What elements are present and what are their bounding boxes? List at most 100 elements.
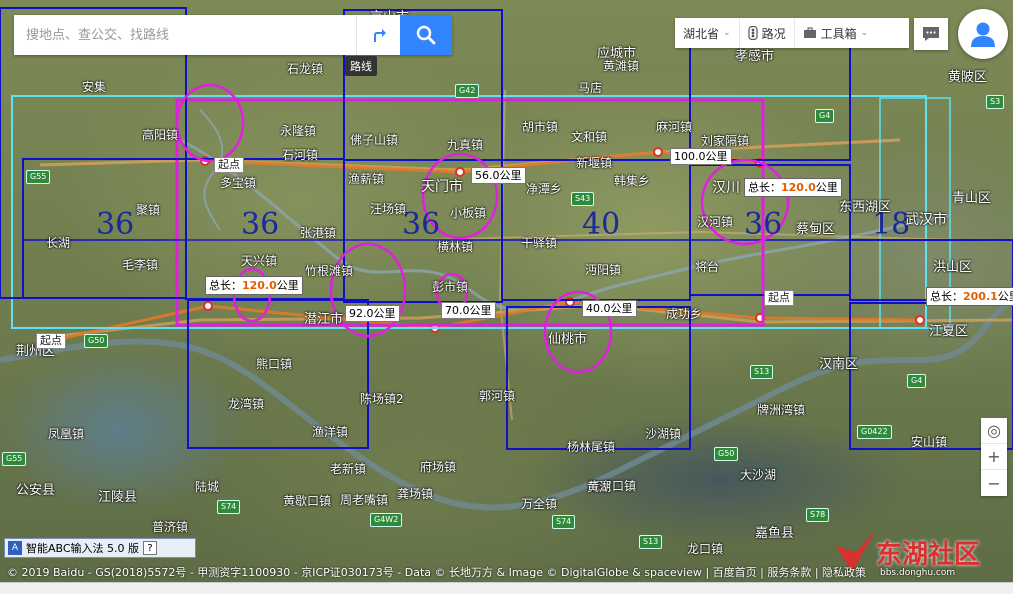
link-privacy[interactable]: 隐私政策 [822,566,866,579]
total-unit: 公里 [997,290,1013,303]
ime-status-bar[interactable]: A 智能ABC输入法 5.0 版 ? [4,538,196,558]
map-overlay-layer [0,7,1013,511]
place-label[interactable]: 仙桃市 [548,328,587,347]
message-button[interactable] [914,18,948,50]
start-point-label: 起点 [36,333,66,349]
place-label[interactable]: 陈场镇2 [360,390,404,407]
top-toolbar: 湖北省 ⌄ 路况 工具箱 ⌄ [675,18,909,48]
place-label[interactable]: 石龙镇 [287,60,323,77]
place-label[interactable]: 渔薪镇 [348,170,384,187]
place-label[interactable]: 干驿镇 [521,234,557,251]
place-label[interactable]: 凤凰镇 [48,425,84,442]
place-label[interactable]: 麻河镇 [656,118,692,135]
place-label[interactable]: 普济镇 [152,518,188,535]
road-badge: G4W2 [370,513,403,527]
place-label[interactable]: 永隆镇 [280,122,316,139]
zoom-in-button[interactable]: + [981,444,1007,470]
place-label[interactable]: 刘家隔镇 [701,132,749,149]
place-label[interactable]: 张港镇 [300,224,336,241]
road-badge: S13 [639,535,663,549]
place-label[interactable]: 牌洲湾镇 [757,401,805,418]
place-label[interactable]: 汪场镇 [370,200,406,217]
place-label[interactable]: 佛子山镇 [350,131,398,148]
locate-button[interactable]: ◎ [981,418,1007,444]
place-label[interactable]: 江夏区 [929,320,968,339]
place-label[interactable]: 龙口镇 [687,540,723,557]
toolbox-button[interactable]: 工具箱 ⌄ [795,18,877,48]
place-label[interactable]: 公安县 [16,479,55,498]
place-label[interactable]: 成功乡 [666,305,702,322]
os-taskbar [0,582,1013,594]
place-label[interactable]: 熊口镇 [256,355,292,372]
place-label[interactable]: 彭市镇 [432,278,468,295]
place-label[interactable]: 九真镇 [447,136,483,153]
place-label[interactable]: 多宝镇 [220,174,256,191]
place-label[interactable]: 韩集乡 [614,172,650,189]
place-label[interactable]: 安山镇 [911,433,947,450]
place-label[interactable]: 万全镇 [521,495,557,512]
place-label[interactable]: 黄滩镇 [603,57,639,74]
place-label[interactable]: 竹根滩镇 [305,262,353,279]
search-input[interactable] [14,15,356,55]
place-label[interactable]: 黄陂区 [948,66,987,85]
place-label[interactable]: 天兴镇 [241,252,277,269]
route-node [203,301,213,311]
link-baidu-home[interactable]: 百度首页 [713,566,757,579]
place-label[interactable]: 郭河镇 [479,387,515,404]
place-label[interactable]: 武汉市 [905,209,947,229]
road-badge: G55 [2,452,27,466]
grid-number: 36 [402,207,441,242]
place-label[interactable]: 黄歇口镇 [283,492,331,509]
place-label[interactable]: 净潭乡 [526,180,562,197]
place-label[interactable]: 汉川 [712,177,740,197]
place-label[interactable]: 聚镇 [136,201,160,218]
place-label[interactable]: 马店 [578,79,602,96]
search-button[interactable] [400,15,452,55]
region-selector[interactable]: 湖北省 ⌄ [675,18,740,48]
place-label[interactable]: 渔洋镇 [312,423,348,440]
place-label[interactable]: 老新镇 [330,460,366,477]
place-label[interactable]: 沙湖镇 [645,425,681,442]
place-label[interactable]: 洪山区 [933,256,972,275]
place-label[interactable]: 文和镇 [571,128,607,145]
place-label[interactable]: 横林镇 [437,238,473,255]
place-label[interactable]: 安集 [82,78,106,95]
place-label[interactable]: 长湖 [46,234,70,251]
place-label[interactable]: 沔阳镇 [585,261,621,278]
route-button[interactable] [356,15,400,55]
place-label[interactable]: 汉南区 [819,353,858,372]
place-label[interactable]: 高阳镇 [142,126,178,143]
link-terms[interactable]: 服务条款 [767,566,811,579]
place-label[interactable]: 天门市 [421,176,463,196]
place-label[interactable]: 青山区 [952,187,991,206]
help-icon[interactable]: ? [143,541,158,555]
place-label[interactable]: 大沙湖 [740,466,776,483]
place-label[interactable]: 新堰镇 [576,154,612,171]
zoom-out-button[interactable]: − [981,470,1007,496]
place-label[interactable]: 龚场镇 [397,485,433,502]
place-label[interactable]: 将台 [695,258,719,275]
total-prefix: 总长： [748,181,781,194]
place-label[interactable]: 汉河镇 [697,213,733,230]
place-label[interactable]: 江陵县 [98,486,137,505]
user-avatar[interactable] [958,9,1008,59]
place-label[interactable]: 石河镇 [282,146,318,163]
place-label[interactable]: 杨林尾镇 [567,438,615,455]
place-label[interactable]: 毛李镇 [122,256,158,273]
place-label[interactable]: 潜江市 [304,308,343,327]
road-badge: G42 [455,84,480,98]
place-label[interactable]: 黄湖 [587,478,611,495]
place-label[interactable]: 周老嘴镇 [340,491,388,508]
place-label[interactable]: 陆城 [195,478,219,495]
copyright-text: © 2019 Baidu - GS(2018)5572号 - 甲测资字11009… [7,566,702,579]
place-label[interactable]: 小板镇 [450,204,486,221]
place-label[interactable]: 东西湖区 [839,196,891,215]
place-label[interactable]: 嘉鱼县 [755,522,794,541]
traffic-button[interactable]: 路况 [740,18,795,48]
place-label[interactable]: 蔡甸区 [796,218,835,237]
place-label[interactable]: 龙湾镇 [228,395,264,412]
place-label[interactable]: 府场镇 [420,458,456,475]
total-value: 120.0 [242,279,277,292]
place-label[interactable]: 胡市镇 [522,118,558,135]
toolbox-label: 工具箱 [820,26,857,41]
